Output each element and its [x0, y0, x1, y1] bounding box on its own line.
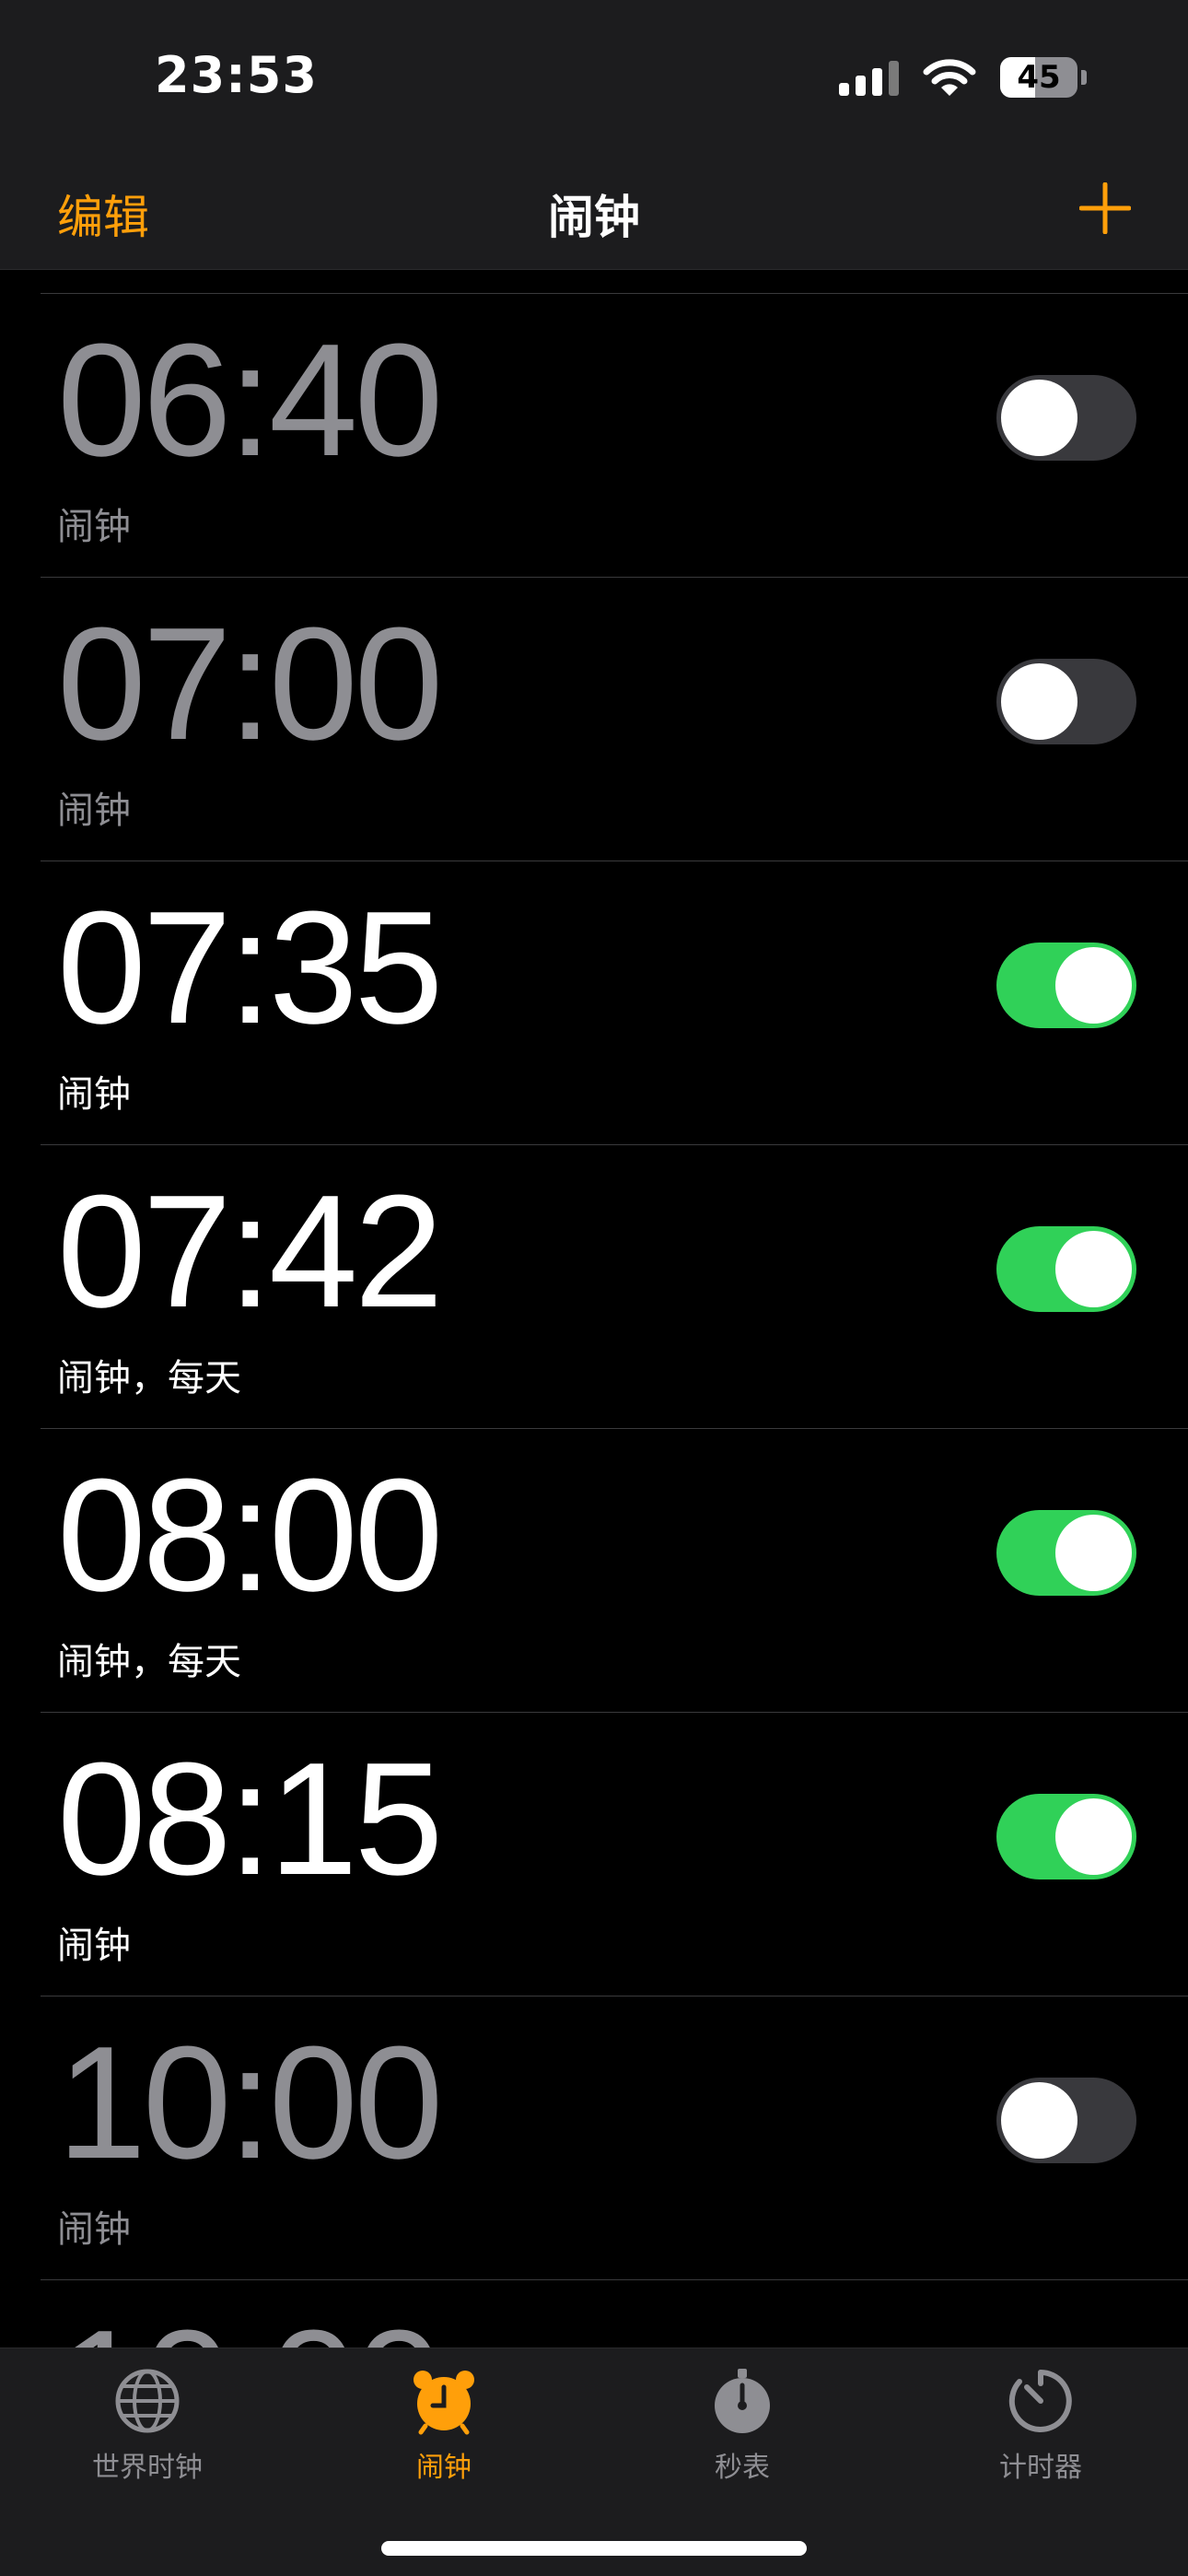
alarm-clock-icon [413, 2371, 474, 2435]
wifi-icon [923, 57, 976, 98]
battery-percentage: 45 [1017, 59, 1061, 96]
alarm-time: 10:00 [57, 2012, 443, 2192]
status-icons: 45 [839, 57, 1087, 98]
alarm-row[interactable]: 08:15 闹钟 [41, 1712, 1188, 1996]
alarm-time: 08:15 [57, 1728, 443, 1908]
alarm-toggle[interactable] [996, 1794, 1136, 1879]
status-time: 23:53 [155, 46, 318, 104]
alarm-toggle[interactable] [996, 2078, 1136, 2163]
battery-icon: 45 [1000, 57, 1077, 98]
alarm-toggle[interactable] [996, 943, 1136, 1028]
alarm-toggle[interactable] [996, 1226, 1136, 1312]
alarm-toggle[interactable] [996, 659, 1136, 744]
toggle-knob [1055, 1515, 1132, 1591]
toggle-knob [1001, 663, 1077, 740]
alarm-list: 06:40 闹钟 07:00 闹钟 07:35 闹钟 07:42 闹钟，每天 08:00 闹钟，每… [0, 293, 1188, 2563]
home-indicator[interactable] [381, 2541, 807, 2556]
tab-label: 闹钟 [416, 2452, 472, 2484]
alarm-label: 闹钟 [57, 790, 131, 832]
top-header: 23:53 45 编辑 闹钟 [0, 0, 1188, 270]
tab-alarm[interactable]: 闹钟 [352, 2367, 536, 2485]
alarm-time: 08:00 [57, 1445, 443, 1624]
add-alarm-button[interactable] [1078, 181, 1132, 235]
toggle-knob [1055, 947, 1132, 1024]
page-title: 闹钟 [548, 191, 640, 244]
toggle-knob [1001, 380, 1077, 456]
timer-icon [1008, 2370, 1072, 2432]
alarm-time: 07:42 [57, 1161, 443, 1341]
tab-stopwatch[interactable]: 秒表 [650, 2367, 834, 2485]
toggle-knob [1055, 1231, 1132, 1307]
alarm-label: 闹钟 [57, 1925, 131, 1967]
toggle-knob [1001, 2082, 1077, 2159]
alarm-row[interactable]: 07:00 闹钟 [41, 577, 1188, 861]
tab-label: 世界时钟 [92, 2452, 203, 2484]
alarm-label: 闹钟 [57, 1073, 131, 1116]
alarm-toggle[interactable] [996, 1510, 1136, 1596]
alarm-row[interactable]: 10:00 闹钟 [41, 1996, 1188, 2279]
stopwatch-icon [715, 2369, 770, 2433]
alarm-time: 07:35 [57, 877, 443, 1057]
alarm-time: 07:00 [57, 593, 443, 773]
alarm-toggle[interactable] [996, 375, 1136, 461]
alarm-row[interactable]: 08:00 闹钟，每天 [41, 1428, 1188, 1712]
signal-icon [839, 59, 899, 96]
alarm-label: 闹钟 [57, 2208, 131, 2251]
alarm-label: 闹钟，每天 [57, 1641, 241, 1683]
alarm-row[interactable]: 07:35 闹钟 [41, 861, 1188, 1144]
battery-cap [1081, 70, 1087, 85]
alarm-time: 06:40 [57, 310, 443, 489]
globe-icon [115, 2369, 180, 2433]
tab-label: 秒表 [715, 2452, 770, 2484]
alarm-label: 闹钟，每天 [57, 1357, 241, 1399]
alarm-row[interactable]: 06:40 闹钟 [41, 293, 1188, 577]
alarm-row[interactable]: 07:42 闹钟，每天 [41, 1144, 1188, 1428]
alarm-screen: 23:53 45 编辑 闹钟 06:40 闹钟 07:00 闹钟 07:35 闹… [0, 0, 1188, 2576]
alarm-label: 闹钟 [57, 506, 131, 548]
tab-timer[interactable]: 计时器 [949, 2367, 1133, 2485]
toggle-knob [1055, 1798, 1132, 1875]
plus-icon [1078, 181, 1132, 235]
tab-world-clock[interactable]: 世界时钟 [55, 2367, 239, 2485]
tab-label: 计时器 [999, 2452, 1082, 2484]
